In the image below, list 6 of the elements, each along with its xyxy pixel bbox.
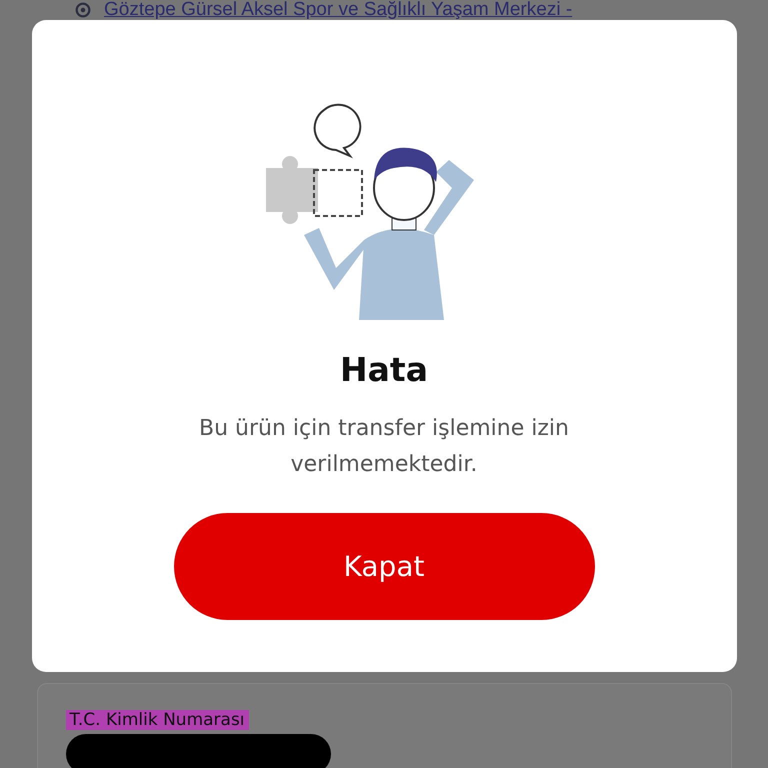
dialog-title: Hata	[340, 350, 428, 389]
close-button[interactable]: Kapat	[174, 513, 594, 620]
field-label: T.C. Kimlik Numarası	[66, 710, 249, 730]
location-icon	[74, 1, 92, 19]
error-message: Bu ürün için transfer işlemine izin verilmemektedir.	[198, 415, 570, 479]
location-link[interactable]: Göztepe Gürsel Aksel Spor ve Sağlıklı Yaşam Merkezi -	[104, 0, 572, 20]
